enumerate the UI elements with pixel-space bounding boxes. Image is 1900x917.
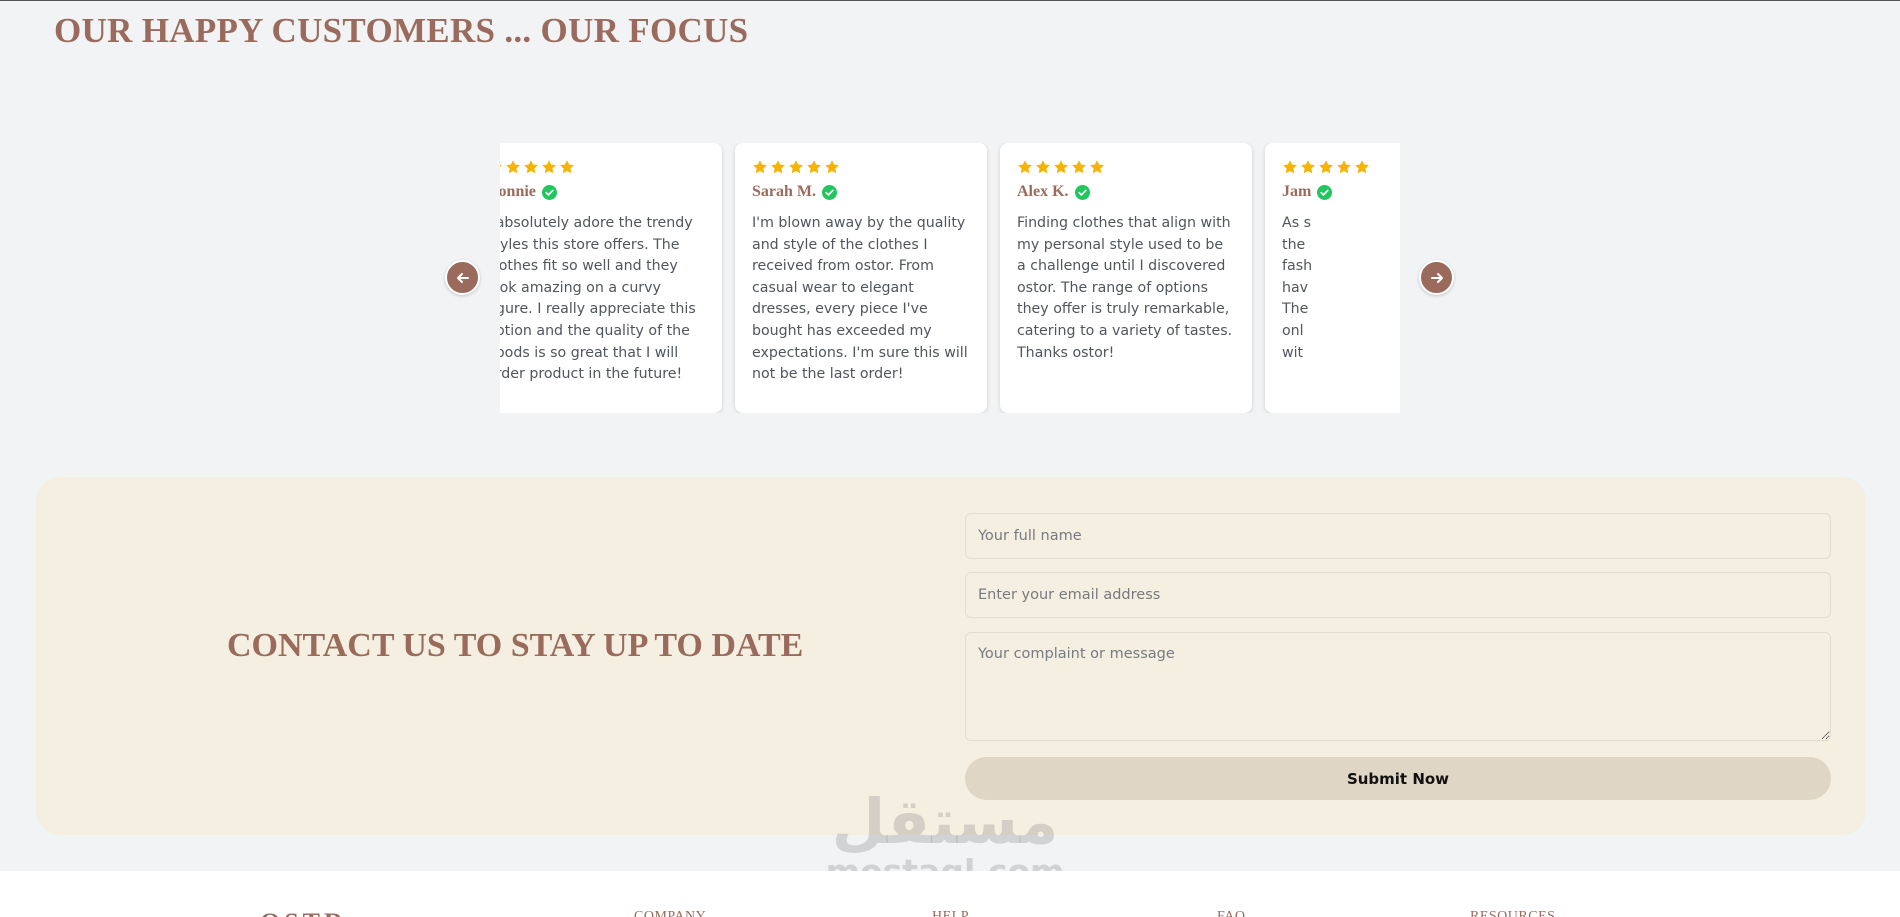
reviewer-row: Jam bbox=[1282, 182, 1400, 202]
reviewer-row: Sarah M. bbox=[752, 182, 970, 202]
testimonial-card: Sarah M. I'm blown away by the quality an… bbox=[735, 143, 987, 413]
testimonial-card: Connie I absolutely adore the trendy styl… bbox=[500, 143, 722, 413]
star-icon bbox=[1054, 159, 1068, 173]
footer-heading-help: HELP bbox=[932, 909, 969, 917]
star-icon bbox=[506, 159, 520, 173]
star-icon bbox=[1072, 159, 1086, 173]
star-icon bbox=[1090, 159, 1104, 173]
star-icon bbox=[1319, 159, 1333, 173]
review-text: Finding clothes that align with my perso… bbox=[1017, 215, 1233, 361]
footer-heading-faq: FAQ bbox=[1217, 909, 1246, 917]
rating-stars bbox=[500, 157, 705, 176]
verified-check-icon bbox=[822, 184, 837, 200]
star-icon bbox=[542, 159, 556, 173]
submit-button[interactable]: Submit Now bbox=[965, 757, 1831, 800]
testimonial-card: Alex K. Finding clothes that align with m… bbox=[1000, 143, 1252, 413]
rating-stars bbox=[752, 157, 970, 176]
footer-heading-resources: RESOURCES bbox=[1470, 909, 1556, 917]
reviewer-row: Connie bbox=[500, 182, 705, 202]
star-icon bbox=[1283, 159, 1297, 173]
star-icon bbox=[789, 159, 803, 173]
contact-section: CONTACT US TO STAY UP TO DATE Submit Now bbox=[36, 477, 1866, 835]
contact-title: CONTACT US TO STAY UP TO DATE bbox=[227, 627, 804, 664]
star-icon bbox=[753, 159, 767, 173]
carousel-next-button[interactable] bbox=[1419, 260, 1454, 295]
testimonials-carousel: s und en toConnieI absolutely adore the … bbox=[500, 143, 1400, 413]
star-icon bbox=[560, 159, 574, 173]
star-icon bbox=[1036, 159, 1050, 173]
verified-check-icon bbox=[1317, 184, 1333, 200]
star-icon bbox=[524, 159, 538, 173]
footer-logo[interactable]: OSTR bbox=[260, 908, 347, 917]
review-text: I'm blown away by the quality and style … bbox=[752, 215, 968, 383]
arrow-left-icon bbox=[456, 272, 469, 283]
star-icon bbox=[1301, 159, 1315, 173]
arrow-right-icon bbox=[1430, 272, 1443, 283]
star-icon bbox=[807, 159, 821, 173]
star-icon bbox=[825, 159, 839, 173]
reviewer-name: Alex K. bbox=[1017, 183, 1069, 200]
star-icon bbox=[1337, 159, 1351, 173]
rating-stars bbox=[1017, 157, 1235, 176]
footer: OSTR COMPANY HELP FAQ RESOURCES bbox=[0, 871, 1900, 917]
star-icon bbox=[500, 164, 502, 167]
review-text: As s the fash hav The onl wit bbox=[1282, 215, 1313, 361]
review-text: I absolutely adore the trendy styles thi… bbox=[500, 215, 696, 383]
testimonials-title: OUR HAPPY CUSTOMERS ... OUR FOCUS bbox=[54, 11, 749, 50]
reviewer-name: Jam bbox=[1282, 183, 1312, 200]
full-name-input[interactable] bbox=[965, 513, 1831, 559]
rating-stars bbox=[1282, 157, 1400, 176]
star-icon bbox=[1355, 159, 1369, 173]
star-icon bbox=[1018, 159, 1032, 173]
reviewer-name: Connie bbox=[500, 183, 536, 200]
verified-check-icon bbox=[541, 184, 557, 200]
email-input[interactable] bbox=[965, 572, 1831, 618]
reviewer-row: Alex K. bbox=[1017, 182, 1235, 202]
testimonial-card: Jam As s the fash hav The onl wit bbox=[1265, 143, 1400, 413]
verified-check-icon bbox=[1074, 184, 1090, 200]
watermark-arabic: مستقل bbox=[831, 785, 1059, 858]
carousel-prev-button[interactable] bbox=[445, 260, 480, 295]
footer-heading-company: COMPANY bbox=[634, 909, 707, 917]
message-textarea[interactable] bbox=[965, 632, 1831, 741]
reviewer-name: Sarah M. bbox=[752, 183, 816, 200]
star-icon bbox=[771, 159, 785, 173]
